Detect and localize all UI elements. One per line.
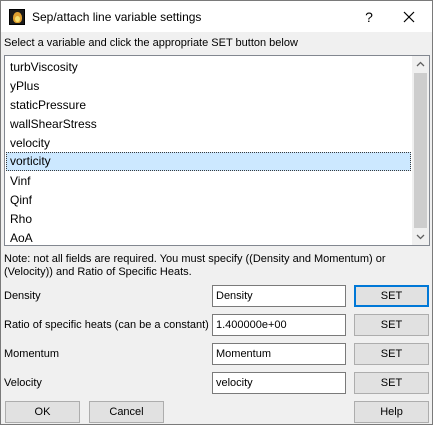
velocity-field[interactable]: velocity [212, 372, 346, 394]
title-bar: Sep/attach line variable settings ? [1, 1, 432, 32]
scroll-up-arrow-icon[interactable] [412, 56, 429, 73]
instruction-text: Select a variable and click the appropri… [4, 37, 298, 49]
density-label: Density [4, 290, 41, 302]
list-item[interactable]: Vinf [6, 172, 411, 191]
scroll-thumb[interactable] [414, 73, 427, 228]
list-item[interactable]: wallShearStress [6, 115, 411, 134]
list-item-selected[interactable]: vorticity [6, 152, 411, 171]
list-item[interactable]: velocity [6, 134, 411, 153]
list-item[interactable]: yPlus [6, 77, 411, 96]
velocity-label: Velocity [4, 377, 42, 389]
momentum-label: Momentum [4, 348, 60, 360]
velocity-set-button[interactable]: SET [354, 372, 429, 394]
scroll-down-arrow-icon[interactable] [412, 228, 429, 245]
cancel-button[interactable]: Cancel [89, 401, 164, 423]
density-set-button[interactable]: SET [354, 285, 429, 307]
list-item[interactable]: staticPressure [6, 96, 411, 115]
app-flame-icon [9, 9, 25, 25]
list-item[interactable]: turbViscosity [6, 58, 411, 77]
specific-heats-field[interactable]: 1.400000e+00 [212, 314, 346, 336]
ok-button[interactable]: OK [5, 401, 80, 423]
requirements-note: Note: not all fields are required. You m… [4, 253, 386, 278]
momentum-field[interactable]: Momentum [212, 343, 346, 365]
close-icon[interactable] [399, 7, 419, 27]
dialog-window: Sep/attach line variable settings ? Sele… [0, 0, 433, 425]
list-item[interactable]: AoA [6, 229, 411, 245]
help-title-button[interactable]: ? [360, 7, 378, 27]
window-title: Sep/attach line variable settings [32, 10, 202, 24]
density-field[interactable]: Density [212, 285, 346, 307]
specific-heats-set-button[interactable]: SET [354, 314, 429, 336]
vertical-scrollbar[interactable] [412, 56, 429, 245]
help-button[interactable]: Help [354, 401, 429, 423]
specific-heats-label: Ratio of specific heats (can be a consta… [4, 319, 209, 331]
list-item[interactable]: Qinf [6, 191, 411, 210]
list-item[interactable]: Rho [6, 210, 411, 229]
variable-listbox[interactable]: turbViscosity yPlus staticPressure wallS… [4, 55, 430, 246]
momentum-set-button[interactable]: SET [354, 343, 429, 365]
